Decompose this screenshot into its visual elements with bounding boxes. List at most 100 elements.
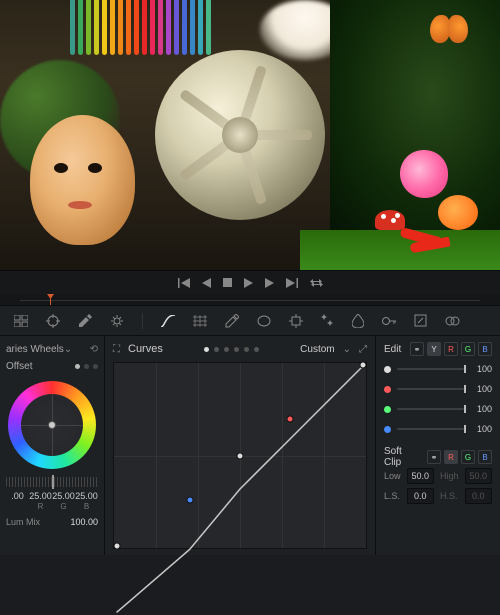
softclip-hs-label: H.S.	[440, 491, 459, 501]
last-frame-button[interactable]	[286, 278, 298, 288]
swatch-icon	[384, 426, 391, 433]
scene-film-reel	[155, 50, 325, 220]
channel-g-button[interactable]: G	[461, 342, 475, 356]
softclip-high-label: High	[440, 471, 459, 481]
curve-point-white[interactable]	[360, 361, 367, 368]
r-label: R	[38, 502, 44, 511]
softclip-hs-field[interactable]: 0.0	[465, 488, 492, 504]
softclip-ls-label: L.S.	[384, 491, 401, 501]
b-label: B	[84, 502, 89, 511]
curves-tool-icon[interactable]	[161, 315, 175, 327]
scene-mushroom	[375, 210, 405, 230]
gallery-tool-icon[interactable]	[14, 315, 28, 327]
curves-mode-label[interactable]: Custom	[300, 344, 334, 355]
reset-icon[interactable]: ⟲	[90, 344, 98, 355]
softclip-ls-field[interactable]: 0.0	[407, 488, 434, 504]
magic-tool-icon[interactable]	[321, 314, 334, 327]
timeline-track	[20, 300, 480, 301]
intensity-slider-b[interactable]: 100	[384, 420, 492, 438]
playhead[interactable]	[50, 295, 51, 305]
swatch-icon	[384, 366, 391, 373]
intensity-slider-r[interactable]: 100	[384, 380, 492, 398]
scene-grass	[300, 230, 500, 270]
softclip-low-label: Low	[384, 471, 401, 481]
slider-value[interactable]: 100	[470, 364, 492, 374]
sizing-tool-icon[interactable]	[414, 314, 427, 327]
transport-bar	[0, 270, 500, 294]
softclip-g-button[interactable]: G	[461, 450, 475, 464]
curve-point-black[interactable]	[113, 543, 120, 550]
curves-edit-panel: Edit ⚭ Y R G B 100 100 100	[375, 336, 500, 555]
softclip-link-toggle[interactable]: ⚭	[427, 450, 441, 464]
wheel-page-dots[interactable]	[75, 364, 98, 369]
play-button[interactable]	[244, 278, 253, 288]
lum-mix-label: Lum Mix	[6, 517, 40, 527]
swatch-icon	[384, 406, 391, 413]
stop-button[interactable]	[223, 278, 232, 287]
channel-link-toggle[interactable]: ⚭	[410, 342, 424, 356]
curve-path	[114, 363, 366, 615]
qualifier-tool-icon[interactable]	[225, 314, 239, 328]
slider-value[interactable]: 100	[470, 424, 492, 434]
primaries-panel-title: aries Wheels	[6, 344, 64, 355]
balance-tool-icon[interactable]	[110, 314, 124, 328]
blur-tool-icon[interactable]	[352, 314, 364, 328]
offset-rgb-values: .00 25.00R 25.00G 25.00B	[6, 491, 98, 511]
first-frame-button[interactable]	[178, 278, 190, 288]
eyedropper-tool-icon[interactable]	[78, 314, 92, 328]
wheel-handle[interactable]	[48, 421, 56, 429]
softclip-b-button[interactable]: B	[478, 450, 492, 464]
softclip-low-field[interactable]: 50.0	[407, 468, 434, 484]
primaries-panel: aries Wheels ⌄ ⟲ Offset .00 25.00R 25.00…	[0, 336, 105, 555]
expand-icon[interactable]: ⤢	[359, 344, 367, 355]
crosshair-tool-icon[interactable]	[46, 314, 60, 328]
chevron-down-icon[interactable]: ⌄	[343, 344, 351, 355]
channel-r-button[interactable]: R	[444, 342, 458, 356]
curve-point-blue[interactable]	[186, 496, 193, 503]
channel-b-button[interactable]: B	[478, 342, 492, 356]
scene-rose	[400, 150, 448, 198]
offset-value[interactable]: .00	[11, 491, 24, 501]
link-icon[interactable]: ⛶	[113, 344, 120, 355]
warper-tool-icon[interactable]	[193, 315, 207, 327]
window-tool-icon[interactable]	[257, 315, 271, 327]
swatch-icon	[384, 386, 391, 393]
intensity-slider-g[interactable]: 100	[384, 400, 492, 418]
viewer[interactable]	[0, 0, 500, 270]
offset-r-value[interactable]: 25.00	[29, 491, 52, 501]
next-frame-button[interactable]	[265, 278, 274, 288]
offset-g-value[interactable]: 25.00	[52, 491, 75, 501]
curves-mode-dots[interactable]	[204, 347, 259, 352]
curve-point-red[interactable]	[287, 415, 294, 422]
edit-label: Edit	[384, 344, 401, 355]
scene-crayons	[70, 0, 250, 55]
stereo-tool-icon[interactable]	[445, 316, 460, 326]
softclip-label: Soft Clip	[384, 446, 421, 468]
scene-butterfly	[430, 15, 470, 45]
key-tool-icon[interactable]	[382, 316, 396, 326]
prev-frame-button[interactable]	[202, 278, 211, 288]
scene-flower	[438, 195, 478, 230]
tracker-tool-icon[interactable]	[289, 314, 303, 328]
slider-value[interactable]: 100	[470, 384, 492, 394]
channel-y-button[interactable]: Y	[427, 342, 441, 356]
chevron-down-icon[interactable]: ⌄	[64, 344, 72, 355]
slider-value[interactable]: 100	[470, 404, 492, 414]
lum-mix-value[interactable]: 100.00	[70, 517, 98, 527]
scene-doll-head	[30, 115, 135, 245]
loop-button[interactable]	[310, 278, 323, 288]
color-toolbar	[0, 306, 500, 336]
offset-label: Offset	[6, 361, 33, 372]
softclip-r-button[interactable]: R	[444, 450, 458, 464]
intensity-slider-y[interactable]: 100	[384, 360, 492, 378]
curves-panel: ⛶ Curves Custom ⌄ ⤢	[105, 336, 375, 555]
mini-timeline[interactable]	[0, 294, 500, 306]
g-label: G	[60, 502, 66, 511]
curves-title: Curves	[128, 343, 163, 355]
curves-graph[interactable]	[113, 362, 367, 549]
curve-point-mid[interactable]	[237, 452, 244, 459]
offset-color-wheel[interactable]	[8, 381, 96, 469]
offset-master-scrub[interactable]	[6, 477, 98, 487]
softclip-high-field[interactable]: 50.0	[465, 468, 492, 484]
offset-b-value[interactable]: 25.00	[75, 491, 98, 501]
